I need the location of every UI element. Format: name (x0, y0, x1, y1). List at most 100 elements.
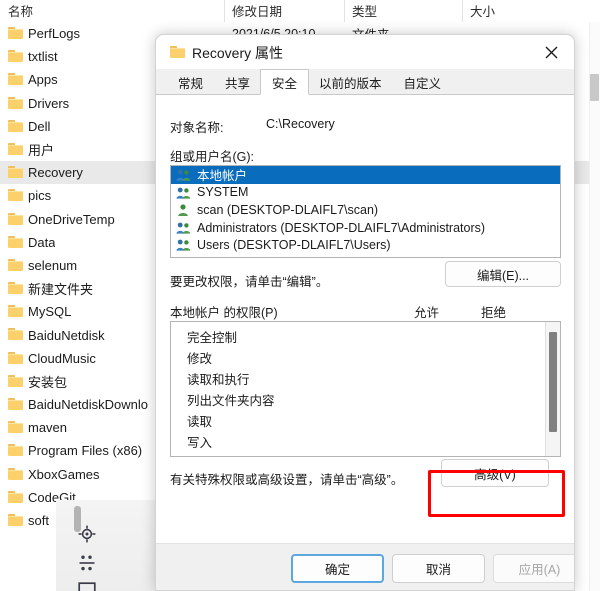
file-name: CloudMusic (28, 350, 96, 366)
group-user-item[interactable]: Administrators (DESKTOP-DLAIFL7\Administ… (171, 219, 560, 237)
file-name: selenum (28, 257, 78, 273)
file-name: BaiduNetdiskDownlo (28, 397, 148, 413)
folder-icon (8, 282, 23, 295)
group-user-item[interactable]: 本地帐户 (171, 166, 560, 184)
folder-icon (8, 513, 23, 526)
folder-icon (8, 189, 23, 202)
group-icon (176, 238, 191, 252)
allow-column-header: 允许 (414, 306, 440, 320)
target-icon[interactable] (78, 525, 96, 548)
column-header-size[interactable]: 大小 (470, 1, 495, 20)
folder-icon (8, 444, 23, 457)
column-header-date[interactable]: 修改日期 (232, 1, 282, 20)
permission-name: 读取和执行 (187, 373, 250, 387)
file-name: Recovery (28, 165, 83, 181)
column-divider[interactable] (224, 0, 225, 22)
file-name: Apps (28, 72, 58, 88)
group-user-name: Users (DESKTOP-DLAIFL7\Users) (197, 238, 391, 253)
user-icon (176, 203, 191, 217)
advanced-hint-text: 有关特殊权限或高级设置，请单击“高级”。 (170, 473, 404, 487)
file-name: PerfLogs (28, 26, 81, 42)
permission-row[interactable]: 写入 (171, 431, 544, 452)
folder-icon (170, 46, 185, 58)
permission-row[interactable]: 读取和执行 (171, 368, 544, 389)
folder-icon (8, 258, 23, 271)
column-divider[interactable] (462, 0, 463, 22)
folder-icon (8, 421, 23, 434)
recovery-properties-dialog: Recovery 属性 常规 共享 安全 以前的版本 自定义 对象名称: C:\Reco… (155, 34, 575, 591)
column-header-type[interactable]: 类型 (352, 1, 377, 20)
column-header-name[interactable]: 名称 (8, 1, 33, 20)
file-name: 新建文件夹 (28, 282, 94, 298)
permission-row[interactable]: 修改 (171, 347, 544, 368)
column-divider[interactable] (344, 0, 345, 22)
group-user-name: scan (DESKTOP-DLAIFL7\scan) (197, 202, 379, 217)
deny-column-header: 拒绝 (481, 306, 507, 320)
dialog-title: Recovery 属性 (192, 45, 284, 61)
permissions-scrollbar[interactable] (545, 322, 560, 456)
permission-name: 修改 (187, 352, 213, 366)
align-icon[interactable] (78, 554, 96, 577)
group-user-item[interactable]: scan (DESKTOP-DLAIFL7\scan) (171, 201, 560, 219)
dialog-tabs[interactable]: 常规 共享 安全 以前的版本 自定义 (156, 69, 574, 95)
file-name: BaiduNetdisk (28, 327, 105, 343)
tab-0[interactable]: 常规 (166, 69, 215, 95)
file-name: Data (28, 234, 56, 250)
group-user-name: Administrators (DESKTOP-DLAIFL7\Administ… (197, 220, 486, 235)
file-name: Program Files (x86) (28, 443, 143, 459)
tab-4[interactable]: 自定义 (392, 69, 454, 95)
folder-icon (8, 235, 23, 248)
tab-3[interactable]: 以前的版本 (307, 69, 394, 95)
object-name-value: C:\Recovery (266, 117, 335, 131)
file-name: Drivers (28, 95, 70, 111)
folder-icon (8, 119, 23, 132)
group-user-name: SYSTEM (197, 185, 249, 200)
close-icon[interactable] (528, 35, 574, 69)
advanced-button[interactable]: 高级(V) (441, 459, 549, 487)
group-users-listbox[interactable]: 本地帐户 SYSTEM scan (DESKTOP-DLAIFL7\scan) Adm… (170, 165, 561, 258)
folder-icon (8, 73, 23, 86)
folder-icon (8, 166, 23, 179)
permission-name: 读取 (187, 415, 213, 429)
group-user-item[interactable]: SYSTEM (171, 184, 560, 202)
dialog-footer: 确定 取消 应用(A) (156, 543, 574, 590)
group-icon (176, 186, 191, 200)
cancel-button[interactable]: 取消 (392, 554, 485, 583)
folder-icon (8, 96, 23, 109)
file-name: MySQL (28, 304, 72, 320)
ok-button[interactable]: 确定 (291, 554, 384, 583)
folder-icon (8, 50, 23, 63)
annotation-toolbar (56, 500, 160, 591)
tab-1[interactable]: 共享 (213, 69, 262, 95)
file-name: 安装包 (28, 374, 68, 390)
file-name: maven (28, 420, 68, 436)
group-users-label: 组或用户名(G): (170, 150, 255, 164)
permissions-listbox[interactable]: 完全控制修改读取和执行列出文件夹内容读取写入 (170, 321, 561, 457)
rectangle-icon[interactable] (78, 582, 96, 591)
tab-2[interactable]: 安全 (260, 69, 310, 95)
permission-row[interactable]: 列出文件夹内容 (171, 389, 544, 410)
permission-row[interactable]: 完全控制 (171, 326, 544, 347)
explorer-scrollbar-thumb[interactable] (590, 74, 599, 101)
edit-button[interactable]: 编辑(E)... (445, 261, 561, 287)
permission-name: 完全控制 (187, 331, 238, 345)
group-user-item[interactable]: Users (DESKTOP-DLAIFL7\Users) (171, 236, 560, 254)
folder-icon (8, 374, 23, 387)
permissions-scrollbar-thumb[interactable] (549, 332, 557, 432)
group-icon (176, 221, 191, 235)
group-user-name: 本地帐户 (197, 169, 248, 184)
file-name: pics (28, 188, 52, 204)
file-name: OneDriveTemp (28, 211, 115, 227)
security-tab-panel: 对象名称: C:\Recovery 组或用户名(G): 本地帐户 SYSTEM sc… (156, 95, 574, 543)
folder-icon (8, 142, 23, 155)
dialog-body: 对象名称: C:\Recovery 组或用户名(G): 本地帐户 SYSTEM sc… (156, 95, 574, 590)
permission-row[interactable]: 读取 (171, 410, 544, 431)
folder-icon (8, 490, 23, 503)
permission-name: 写入 (187, 436, 213, 450)
folder-icon (8, 467, 23, 480)
dialog-titlebar[interactable]: Recovery 属性 (156, 35, 574, 69)
file-name: 用户 (28, 143, 55, 159)
folder-icon (8, 212, 23, 225)
edit-hint-text: 要更改权限，请单击“编辑”。 (170, 275, 329, 289)
explorer-scrollbar[interactable] (589, 22, 600, 591)
